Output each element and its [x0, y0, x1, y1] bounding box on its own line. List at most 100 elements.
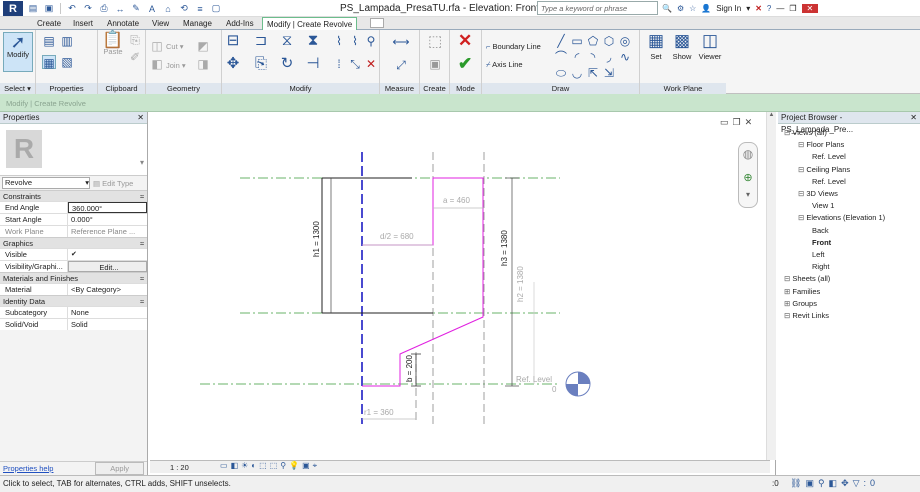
mirror-axis-icon[interactable]: ⧖	[280, 33, 294, 48]
vertical-scrollbar[interactable]: ▲	[766, 112, 776, 460]
steering-wheel-icon[interactable]: ◍	[739, 147, 757, 161]
drawing-area[interactable]: h1 = 1300 h3 = 1380 h2 = 1380 d/2 = 680 …	[150, 112, 776, 475]
tab-annotate[interactable]: Annotate	[107, 17, 139, 30]
restore-view-icon[interactable]: ❐	[733, 117, 745, 127]
reveal-hidden-icon[interactable]: 💡	[289, 461, 302, 470]
revolve-profile[interactable]	[362, 177, 484, 387]
undo-icon[interactable]: ↶	[65, 2, 79, 15]
move-icon[interactable]: ✥	[226, 56, 240, 71]
dim-d2[interactable]: d/2 = 680	[380, 232, 414, 241]
select-underlay-icon[interactable]: ▣	[805, 478, 818, 488]
property-value[interactable]: 0.000°	[68, 214, 147, 225]
dim-b[interactable]: b = 200	[405, 355, 414, 382]
match-icon[interactable]: ✐	[128, 50, 142, 64]
tab-modify-create-revolve[interactable]: Modify | Create Revolve	[262, 17, 358, 30]
browser-item[interactable]: ⊟ 3D Views	[798, 189, 838, 198]
cope-icon[interactable]: ◫	[150, 39, 164, 53]
select-pinned-icon[interactable]: ⚲	[818, 478, 829, 488]
edit-type-button[interactable]: ▤ Edit Type	[93, 179, 145, 188]
properties-help-link[interactable]: Properties help	[3, 464, 53, 473]
tab-add-ins[interactable]: Add-Ins	[226, 17, 254, 30]
partial-ellipse-icon[interactable]: ◡	[570, 66, 584, 80]
open-icon[interactable]: ▤	[26, 2, 40, 15]
join-geometry-icon[interactable]: ◧	[150, 57, 164, 71]
browser-item[interactable]: ⊟ Sheets (all)	[784, 274, 830, 283]
text-icon[interactable]: A	[145, 2, 159, 15]
collapse-icon[interactable]: ≈	[140, 238, 147, 248]
rectangle-icon[interactable]: ▭	[570, 34, 584, 48]
mirror-draw-icon[interactable]: ⧗	[306, 33, 320, 48]
aligned-dimension-icon[interactable]: ⤢	[392, 58, 410, 72]
view-scale[interactable]: 1 : 20	[170, 463, 189, 472]
arc-center-icon[interactable]: ◜	[570, 50, 584, 64]
type-filter-dropdown[interactable]: Revolve ▾	[2, 177, 90, 189]
shadows-icon[interactable]: ◐	[251, 461, 259, 470]
close-icon[interactable]: ✕	[801, 4, 819, 13]
tab-expand-icon[interactable]	[370, 18, 384, 28]
property-value[interactable]: Edit...	[68, 261, 147, 272]
property-group-header[interactable]: Identity Data ≈	[0, 295, 147, 306]
circle-icon[interactable]: ◎	[618, 34, 632, 48]
measure-icon[interactable]: ↔	[113, 2, 127, 15]
zoom-icon[interactable]: ⊕	[739, 171, 757, 184]
collapse-icon[interactable]: ≈	[140, 191, 147, 201]
browser-item[interactable]: ⊞ Groups	[784, 299, 817, 308]
select-by-face-icon[interactable]: ◧	[829, 478, 842, 488]
search-icon[interactable]: 🔍	[662, 4, 672, 13]
visual-style-icon[interactable]: ◧	[231, 461, 242, 470]
split-gap-icon[interactable]: ⌇	[348, 34, 362, 48]
browser-item[interactable]: Back	[812, 226, 829, 235]
dim-h1[interactable]: h1 = 1300	[312, 221, 321, 257]
save-icon[interactable]: ▣	[42, 2, 56, 15]
arc-tangent-icon[interactable]: ◝	[586, 50, 600, 64]
property-value[interactable]: Solid	[68, 319, 147, 330]
viewer-button[interactable]: ◫ Viewer	[696, 32, 724, 61]
pin-icon[interactable]: ⚲	[364, 34, 378, 48]
analysis-icon[interactable]: ▣	[302, 461, 313, 470]
create-similar-icon[interactable]: ⬚	[428, 34, 442, 49]
browser-item[interactable]: ⊟ Ceiling Plans	[798, 165, 850, 174]
browser-item[interactable]: View 1	[812, 201, 834, 210]
filter-icon[interactable]: ▽	[853, 478, 864, 488]
arc-3pt-icon[interactable]: ⌒	[554, 50, 568, 64]
close-view-icon[interactable]: ✕	[745, 117, 757, 127]
modify-button[interactable]: ➚ Modify	[3, 32, 33, 72]
collapse-icon[interactable]: ≈	[140, 296, 147, 306]
join-button[interactable]: Join ▾	[166, 61, 186, 70]
maximize-icon[interactable]: ❐	[789, 4, 796, 13]
minimize-icon[interactable]: —	[776, 4, 784, 13]
tab-insert[interactable]: Insert	[73, 17, 93, 30]
browser-item[interactable]: ⊟ Revit Links	[784, 311, 829, 320]
property-value[interactable]: ✔	[68, 249, 147, 260]
type-selector-arrow-icon[interactable]: ▾	[140, 158, 144, 167]
property-group-header[interactable]: Graphics ≈	[0, 237, 147, 248]
pick-faces-icon[interactable]: ⇲	[602, 66, 616, 80]
tab-view[interactable]: View	[152, 17, 169, 30]
sun-path-icon[interactable]: ☀	[241, 461, 251, 470]
default-3d-icon[interactable]: ⌂	[161, 2, 175, 15]
dim-r1[interactable]: r1 = 360	[364, 408, 394, 417]
app-logo[interactable]: R	[3, 1, 23, 16]
property-group-header[interactable]: Constraints ≈	[0, 190, 147, 201]
detail-level-icon[interactable]: ▭	[220, 461, 231, 470]
line-icon[interactable]: ╱	[554, 34, 568, 48]
subscription-icon[interactable]: ⚙	[677, 4, 684, 13]
offset-icon[interactable]: ⊐	[254, 33, 268, 48]
copy-element-icon[interactable]: ⎘	[254, 56, 268, 71]
dim-h3[interactable]: h3 = 1380	[500, 230, 509, 266]
dropdown-icon[interactable]: ▾	[746, 4, 750, 13]
cut-button[interactable]: Cut ▾	[166, 42, 184, 51]
minimize-view-icon[interactable]: ▭	[720, 117, 733, 127]
help-icon[interactable]: ?	[767, 4, 771, 13]
browser-item[interactable]: Ref. Level	[812, 177, 846, 186]
sync-icon[interactable]: ⟲	[177, 2, 191, 15]
browser-item[interactable]: ⊟ Floor Plans	[798, 140, 844, 149]
user-icon[interactable]: 👤	[701, 4, 711, 13]
constraints-icon[interactable]: ⌖	[313, 461, 321, 470]
axis-line-button[interactable]: ⌿ Axis Line	[486, 60, 523, 70]
array-icon[interactable]: ⁞	[332, 57, 346, 71]
property-value[interactable]: <By Category>	[68, 284, 147, 295]
zero-filter-icon[interactable]: :0	[864, 478, 880, 488]
property-group-header[interactable]: Materials and Finishes ≈	[0, 272, 147, 283]
star-icon[interactable]: ☆	[689, 4, 696, 13]
